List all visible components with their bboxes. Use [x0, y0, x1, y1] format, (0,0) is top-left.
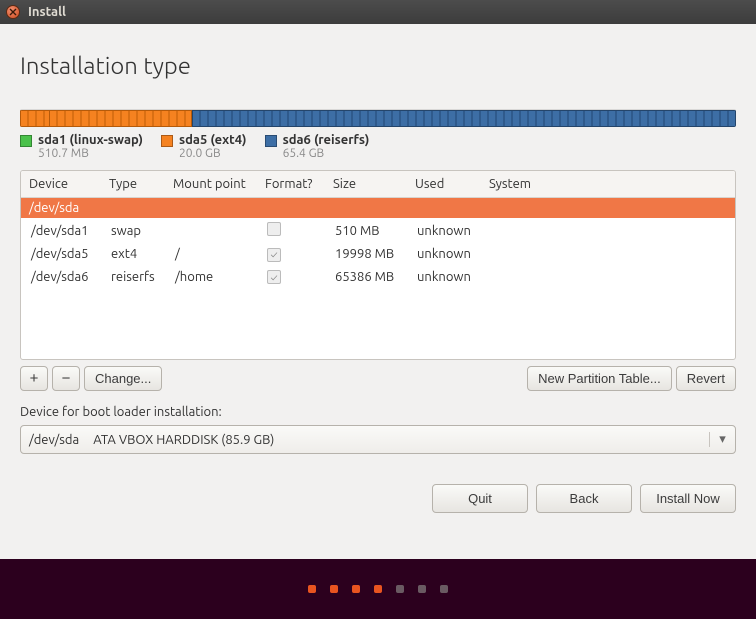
- cell-mount: /home: [165, 266, 257, 289]
- partition-legend: sda1 (linux-swap) 510.7 MB sda5 (ext4) 2…: [20, 133, 736, 160]
- usage-seg-sda1[interactable]: [20, 110, 49, 127]
- bootloader-description: ATA VBOX HARDDISK (85.9 GB): [93, 433, 274, 447]
- table-header-row: Device Type Mount point Format? Size Use…: [21, 171, 735, 198]
- cell-format: [257, 266, 325, 289]
- cell-used: unknown: [407, 266, 481, 289]
- format-checkbox[interactable]: [267, 222, 281, 236]
- disk-row[interactable]: /dev/sda: [21, 198, 735, 219]
- pager-dot[interactable]: [374, 585, 382, 593]
- format-checkbox[interactable]: [267, 270, 281, 284]
- table-row[interactable]: /dev/sda6 reiserfs /home 65386 MB unknow…: [21, 266, 735, 289]
- swatch-icon: [161, 135, 173, 147]
- cell-used: unknown: [407, 243, 481, 266]
- cell-type: reiserfs: [101, 266, 165, 289]
- chevron-down-icon: ▾: [709, 432, 727, 447]
- window-title: Install: [28, 5, 66, 19]
- legend-sda1: sda1 (linux-swap) 510.7 MB: [20, 133, 143, 160]
- change-partition-button[interactable]: Change...: [84, 366, 162, 391]
- table-row[interactable]: /dev/sda5 ext4 / 19998 MB unknown: [21, 243, 735, 266]
- pager: [0, 559, 756, 619]
- revert-button[interactable]: Revert: [676, 366, 736, 391]
- cell-format: [257, 243, 325, 266]
- bootloader-device: /dev/sda: [29, 433, 79, 447]
- table-toolbar: + − Change... New Partition Table... Rev…: [20, 366, 736, 391]
- quit-button[interactable]: Quit: [432, 484, 528, 513]
- disk-device: /dev/sda: [21, 198, 735, 219]
- swatch-icon: [265, 135, 277, 147]
- legend-name: sda6 (reiserfs): [283, 133, 370, 147]
- col-format[interactable]: Format?: [257, 171, 325, 198]
- cell-type: ext4: [101, 243, 165, 266]
- legend-sda5: sda5 (ext4) 20.0 GB: [161, 133, 247, 160]
- partition-table[interactable]: Device Type Mount point Format? Size Use…: [20, 170, 736, 360]
- col-size[interactable]: Size: [325, 171, 407, 198]
- content-area: Installation type sda1 (linux-swap) 510.…: [0, 24, 756, 513]
- pager-dot[interactable]: [308, 585, 316, 593]
- cell-system: [481, 218, 735, 243]
- usage-seg-sda6[interactable]: [192, 110, 736, 127]
- legend-size: 65.4 GB: [283, 147, 370, 160]
- nav-buttons: Quit Back Install Now: [20, 484, 736, 513]
- cell-format: [257, 218, 325, 243]
- cell-used: unknown: [407, 218, 481, 243]
- col-mount[interactable]: Mount point: [165, 171, 257, 198]
- legend-size: 20.0 GB: [179, 147, 247, 160]
- page-title: Installation type: [20, 52, 736, 79]
- cell-mount: /: [165, 243, 257, 266]
- legend-size: 510.7 MB: [38, 147, 143, 160]
- partition-usage-bar[interactable]: [20, 109, 736, 127]
- legend-name: sda5 (ext4): [179, 133, 247, 147]
- pager-dot[interactable]: [418, 585, 426, 593]
- pager-dot[interactable]: [440, 585, 448, 593]
- swatch-icon: [20, 135, 32, 147]
- install-now-button[interactable]: Install Now: [640, 484, 736, 513]
- col-used[interactable]: Used: [407, 171, 481, 198]
- cell-system: [481, 243, 735, 266]
- cell-device: /dev/sda1: [21, 218, 101, 243]
- col-system[interactable]: System: [481, 171, 735, 198]
- bootloader-label: Device for boot loader installation:: [20, 405, 736, 419]
- add-partition-button[interactable]: +: [20, 366, 48, 391]
- cell-mount: [165, 218, 257, 243]
- pager-dot[interactable]: [352, 585, 360, 593]
- titlebar: Install: [0, 0, 756, 24]
- legend-name: sda1 (linux-swap): [38, 133, 143, 147]
- remove-partition-button[interactable]: −: [52, 366, 80, 391]
- cell-device: /dev/sda5: [21, 243, 101, 266]
- bootloader-device-select[interactable]: /dev/sda ATA VBOX HARDDISK (85.9 GB) ▾: [20, 425, 736, 454]
- cell-device: /dev/sda6: [21, 266, 101, 289]
- install-window: Install Installation type sda1 (linux-sw…: [0, 0, 756, 619]
- legend-sda6: sda6 (reiserfs) 65.4 GB: [265, 133, 370, 160]
- pager-dot[interactable]: [330, 585, 338, 593]
- col-type[interactable]: Type: [101, 171, 165, 198]
- back-button[interactable]: Back: [536, 484, 632, 513]
- new-partition-table-button[interactable]: New Partition Table...: [527, 366, 672, 391]
- format-checkbox[interactable]: [267, 248, 281, 262]
- table-row[interactable]: /dev/sda1 swap 510 MB unknown: [21, 218, 735, 243]
- pager-dot[interactable]: [396, 585, 404, 593]
- close-icon[interactable]: [6, 5, 20, 19]
- usage-seg-sda5[interactable]: [49, 110, 192, 127]
- cell-size: 19998 MB: [325, 243, 407, 266]
- col-device[interactable]: Device: [21, 171, 101, 198]
- cell-type: swap: [101, 218, 165, 243]
- cell-system: [481, 266, 735, 289]
- cell-size: 65386 MB: [325, 266, 407, 289]
- cell-size: 510 MB: [325, 218, 407, 243]
